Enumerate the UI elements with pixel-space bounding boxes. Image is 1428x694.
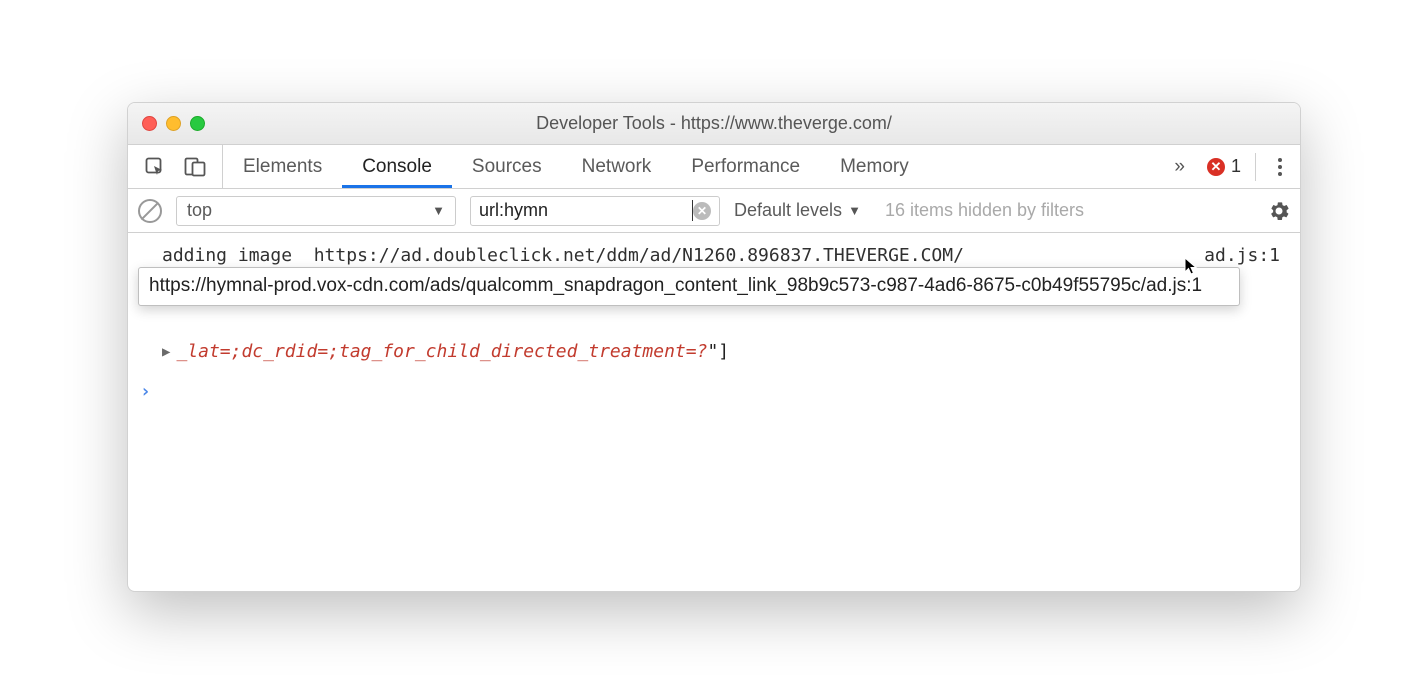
tab-performance[interactable]: Performance (671, 145, 820, 188)
filter-text: url:hymn (479, 200, 693, 221)
execution-context-selector[interactable]: top ▼ (176, 196, 456, 226)
tab-console[interactable]: Console (342, 145, 452, 188)
tab-elements[interactable]: Elements (223, 145, 342, 188)
close-window-button[interactable] (142, 116, 157, 131)
log-text: _lat=;dc_rdid=;tag_for_child_directed_tr… (176, 341, 707, 362)
hidden-count-text: 16 items hidden by filters (885, 200, 1084, 221)
clear-filter-icon[interactable]: ✕ (693, 202, 711, 220)
log-bracket: "] (707, 341, 729, 362)
dropdown-icon: ▼ (848, 203, 861, 218)
console-output[interactable]: adding image https://ad.doubleclick.net/… (128, 233, 1300, 591)
inspect-element-icon[interactable] (144, 156, 166, 178)
devtools-tabbar: Elements Console Sources Network Perform… (128, 145, 1300, 189)
tab-memory[interactable]: Memory (820, 145, 929, 188)
clear-console-icon[interactable] (138, 199, 162, 223)
titlebar[interactable]: Developer Tools - https://www.theverge.c… (128, 103, 1300, 145)
console-settings-icon[interactable] (1268, 200, 1290, 222)
minimize-window-button[interactable] (166, 116, 181, 131)
filter-input[interactable]: url:hymn ✕ (470, 196, 720, 226)
console-prompt-icon[interactable]: › (140, 381, 151, 402)
device-mode-icon[interactable] (184, 156, 206, 178)
log-row[interactable]: adding image https://ad.doubleclick.net/… (128, 243, 1300, 268)
window-title: Developer Tools - https://www.theverge.c… (128, 113, 1300, 134)
context-value: top (187, 200, 212, 221)
tabs-overflow-button[interactable]: » (1166, 156, 1193, 178)
log-message: adding image https://ad.doubleclick.net/… (162, 245, 964, 266)
tabbar-right: » ✕ 1 (1166, 145, 1300, 188)
separator (1255, 153, 1256, 181)
tab-network[interactable]: Network (562, 145, 672, 188)
devtools-window: Developer Tools - https://www.theverge.c… (127, 102, 1301, 592)
log-row-expandable[interactable]: ▶ _lat=;dc_rdid=;tag_for_child_directed_… (162, 341, 729, 362)
error-badge[interactable]: ✕ 1 (1207, 156, 1241, 177)
console-filter-bar: top ▼ url:hymn ✕ Default levels ▼ 16 ite… (128, 189, 1300, 233)
log-levels-selector[interactable]: Default levels ▼ (734, 200, 861, 221)
log-source-link[interactable]: ad.js:1 (1204, 245, 1280, 266)
error-count: 1 (1231, 156, 1241, 177)
tab-sources[interactable]: Sources (452, 145, 562, 188)
settings-menu-button[interactable] (1270, 158, 1290, 176)
traffic-lights (128, 116, 205, 131)
panel-tabs: Elements Console Sources Network Perform… (223, 145, 929, 188)
dropdown-icon: ▼ (432, 203, 445, 218)
levels-label: Default levels (734, 200, 842, 221)
error-icon: ✕ (1207, 158, 1225, 176)
source-tooltip: https://hymnal-prod.vox-cdn.com/ads/qual… (138, 267, 1240, 306)
expand-triangle-icon[interactable]: ▶ (162, 344, 170, 360)
tabbar-icons (128, 145, 223, 188)
zoom-window-button[interactable] (190, 116, 205, 131)
